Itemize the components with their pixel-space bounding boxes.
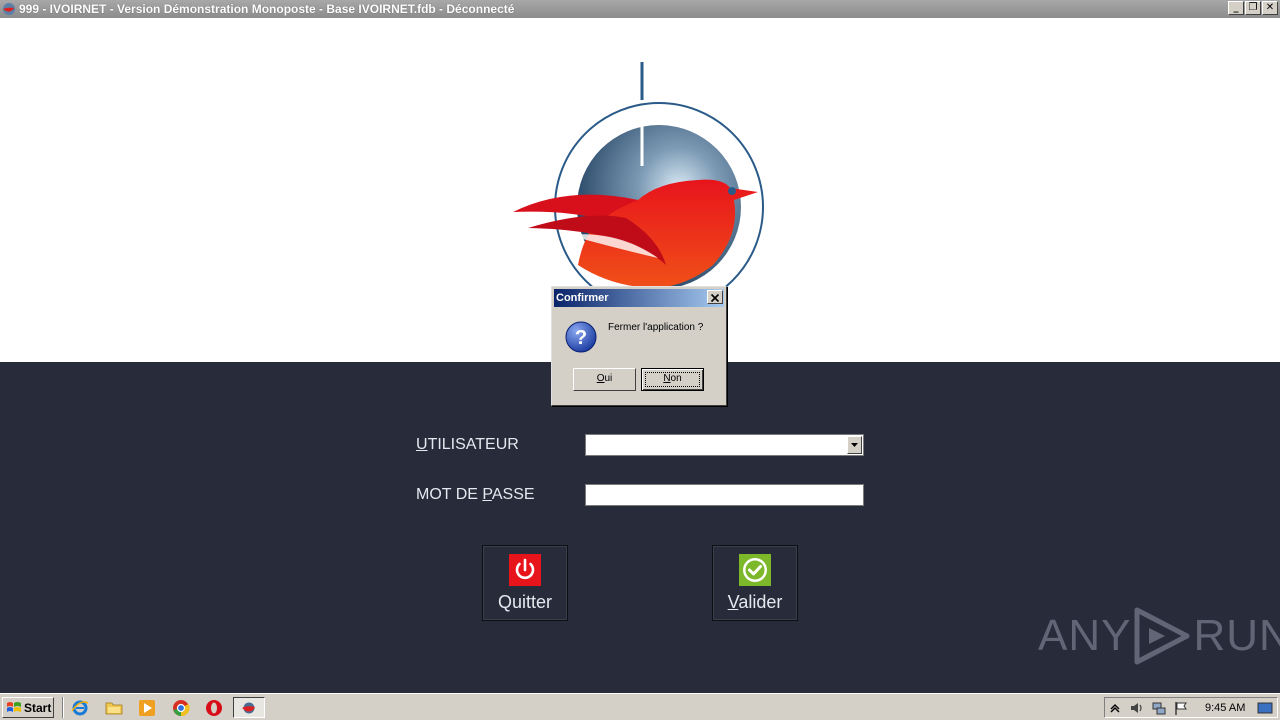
start-button[interactable]: Start	[2, 697, 54, 718]
taskbar-ivoirnet-app[interactable]	[233, 697, 265, 718]
power-icon	[509, 554, 541, 586]
volume-icon[interactable]	[1129, 700, 1145, 716]
watermark-left: ANY	[1038, 611, 1132, 660]
quit-button[interactable]: Quitter	[482, 545, 568, 621]
chrome-icon[interactable]	[172, 699, 190, 717]
opera-icon[interactable]	[205, 699, 223, 717]
show-hidden-icons-icon[interactable]	[1107, 700, 1123, 716]
validate-button[interactable]: Valider	[712, 545, 798, 621]
start-label: Start	[24, 700, 52, 715]
ivoirnet-logo	[513, 62, 764, 300]
username-combobox[interactable]	[585, 434, 864, 456]
dialog-message: Fermer l'application ?	[608, 322, 704, 333]
yes-button[interactable]: Oui	[573, 368, 636, 391]
svg-text:?: ?	[575, 327, 587, 349]
restore-button[interactable]: ❐	[1245, 1, 1261, 15]
confirm-dialog: Confirmer ? Fermer l'application ? Oui N…	[551, 286, 727, 406]
minimize-button[interactable]: _	[1228, 1, 1244, 15]
password-input[interactable]	[585, 484, 864, 506]
anyrun-watermark: ANY RUN	[1038, 606, 1280, 666]
checkmark-icon	[739, 554, 771, 586]
dialog-title: Confirmer	[554, 289, 724, 307]
media-player-icon[interactable]	[138, 699, 156, 717]
action-center-flag-icon[interactable]	[1173, 700, 1189, 716]
network-icon[interactable]	[1151, 700, 1167, 716]
window-titlebar: 999 - IVOIRNET - Version Démonstration M…	[0, 0, 1280, 18]
window-controls: _ ❐ ✕	[1228, 1, 1278, 15]
window-title: 999 - IVOIRNET - Version Démonstration M…	[19, 2, 515, 16]
close-icon	[710, 293, 720, 303]
dialog-close-button[interactable]	[707, 290, 723, 304]
question-icon: ?	[565, 321, 597, 353]
folder-icon[interactable]	[105, 699, 123, 717]
no-button[interactable]: Non	[641, 368, 704, 391]
system-tray: 9:45 AM	[1104, 697, 1278, 718]
taskbar: Start 9:45 AM	[0, 693, 1280, 720]
close-window-button[interactable]: ✕	[1262, 1, 1278, 15]
app-logo-icon	[3, 3, 15, 15]
quit-button-label: Quitter	[497, 592, 553, 612]
chevron-down-icon	[851, 443, 858, 447]
dropdown-arrow-button[interactable]	[847, 436, 862, 454]
password-label: MOT DE PASSE	[416, 486, 535, 503]
username-label: UTILISATEUR	[416, 436, 519, 453]
windows-logo-icon	[7, 701, 21, 712]
watermark-right: RUN	[1193, 611, 1280, 660]
play-triangle-icon	[1134, 607, 1190, 665]
ivoirnet-app-icon	[242, 702, 255, 713]
login-panel: UTILISATEUR MOT DE PASSE Quitter Valider…	[0, 362, 1280, 693]
show-desktop-icon[interactable]	[1257, 700, 1273, 716]
clock: 9:45 AM	[1205, 702, 1246, 714]
validate-button-label: Valider	[727, 592, 783, 612]
internet-explorer-icon[interactable]	[71, 699, 89, 717]
